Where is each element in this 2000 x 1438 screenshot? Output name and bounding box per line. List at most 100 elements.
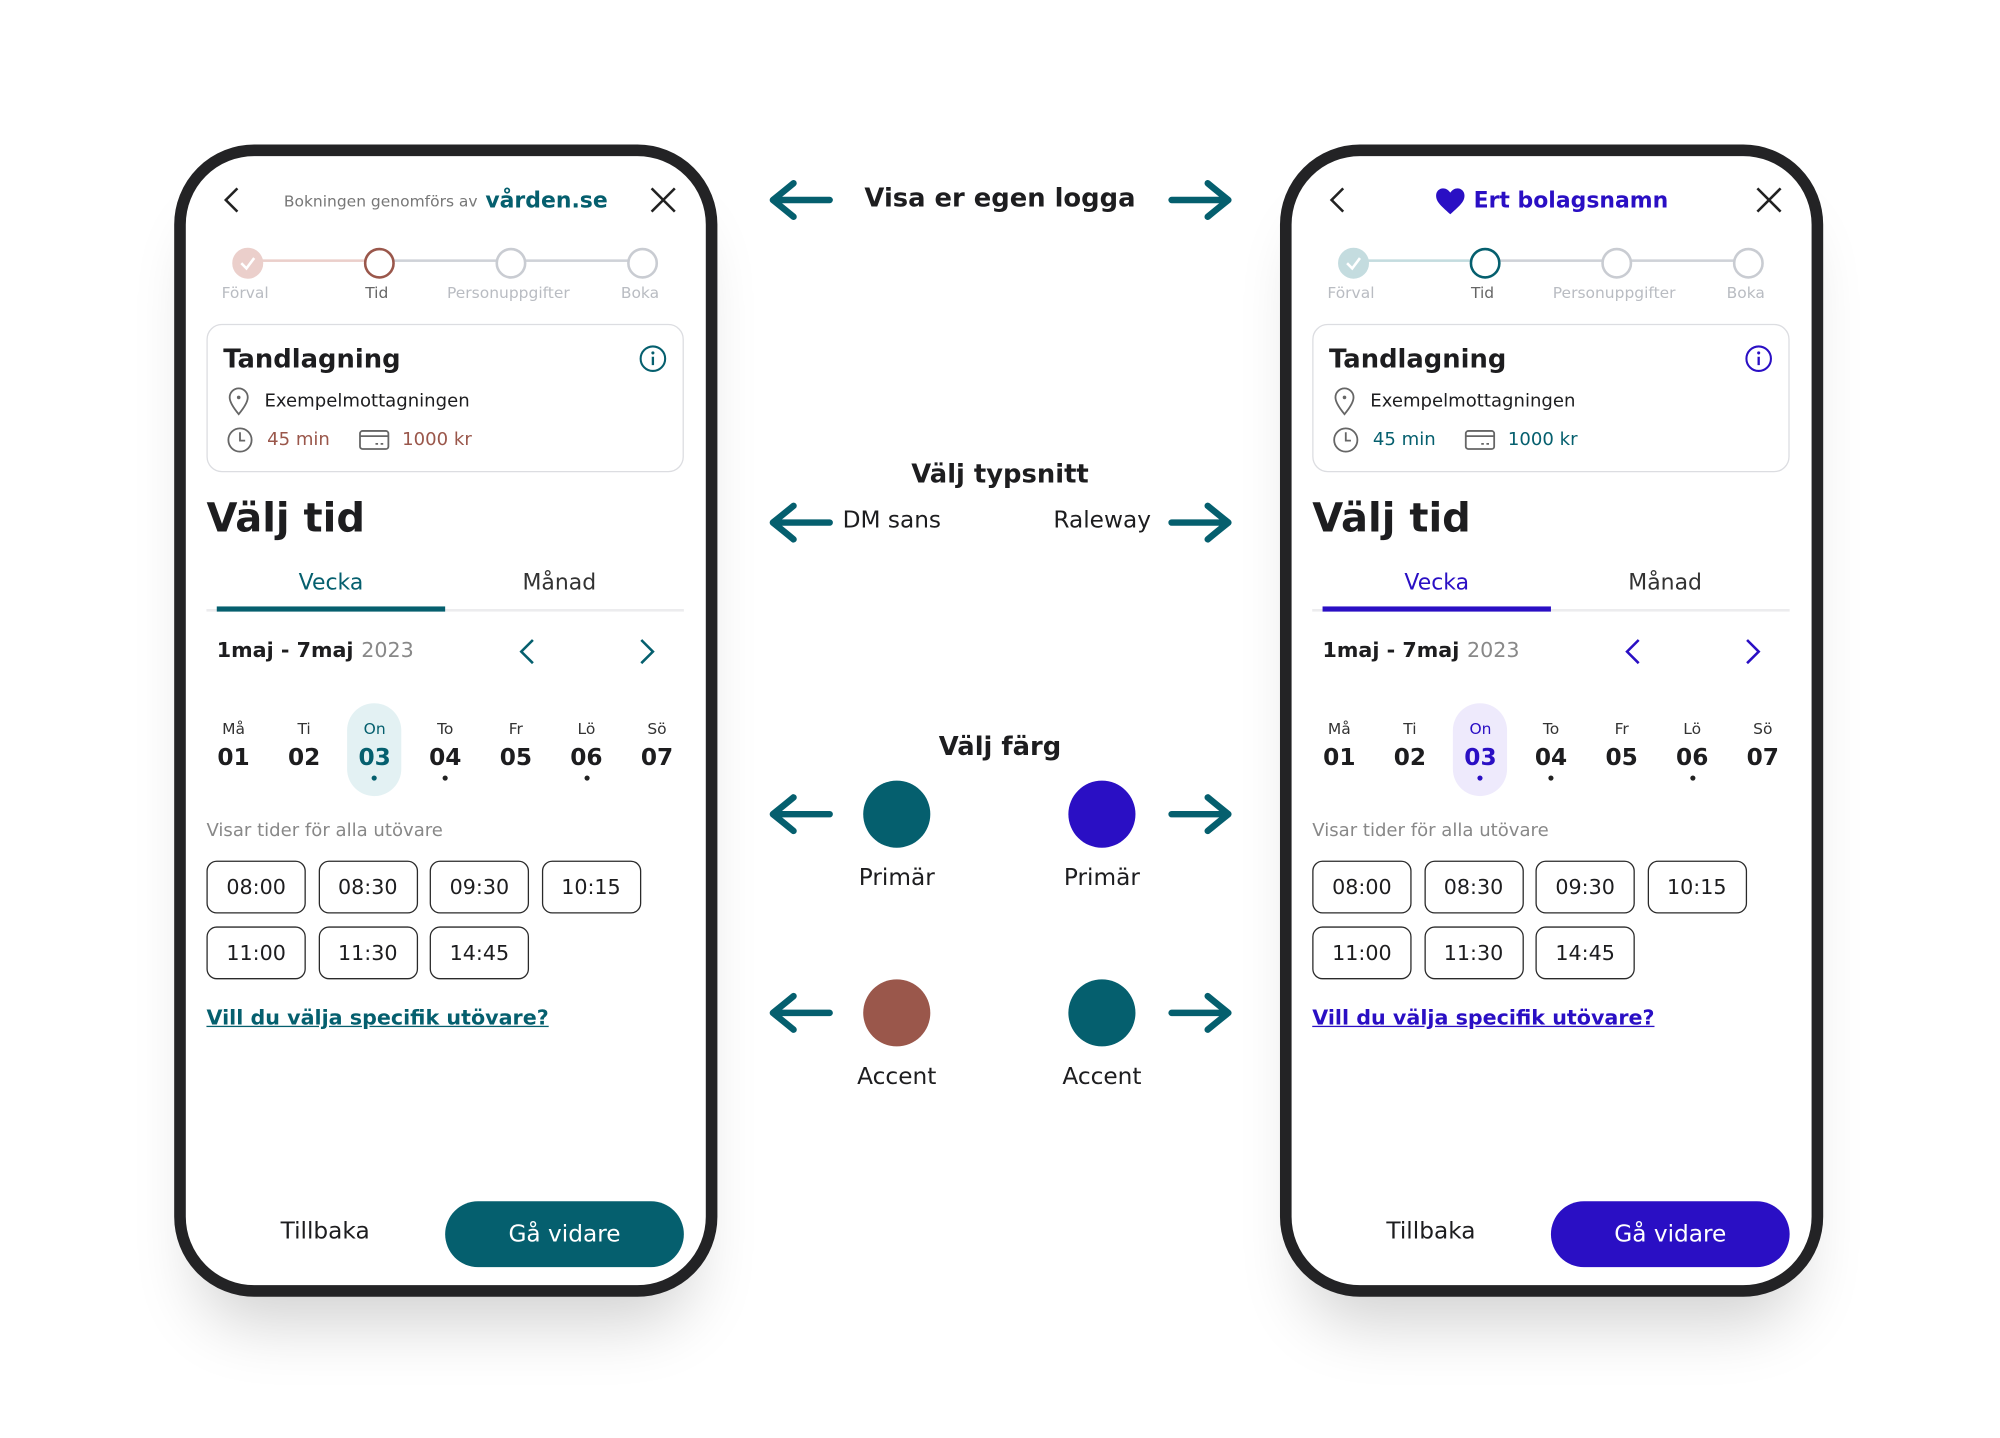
time-slot-button[interactable]: 08:30 [1423, 860, 1524, 914]
day-label: Fr [508, 719, 523, 739]
next-week-chevron-icon[interactable] [1739, 637, 1765, 665]
tab-vecka[interactable]: Vecka [217, 570, 445, 596]
info-icon[interactable] [1744, 345, 1772, 373]
tab-månad[interactable]: Månad [1551, 570, 1779, 596]
day-number: 07 [640, 744, 674, 772]
service-title: Tandlagning [223, 343, 401, 375]
back-button[interactable]: Tillbaka [248, 1218, 403, 1245]
date-range-year: 2023 [361, 637, 414, 662]
day-number: 05 [1605, 744, 1638, 772]
day-label: Lö [577, 719, 596, 739]
arrow-right-icon [1168, 502, 1232, 543]
step-4-indicator [627, 247, 659, 279]
prev-week-chevron-icon[interactable] [515, 637, 541, 665]
font-right-label: Raleway [1053, 507, 1151, 535]
day-label: Sö [647, 719, 667, 739]
service-card: Tandlagning Exempelmottagningen 45 min 1… [206, 323, 684, 473]
showing-times-text: Visar tider för alla utövare [1312, 820, 1549, 842]
availability-dot [1689, 775, 1695, 781]
logo-heading: Visa er egen logga [864, 181, 1136, 213]
day-06[interactable]: Lö 06 [559, 703, 613, 796]
arrow-right-icon [1168, 179, 1232, 220]
time-slot-button[interactable]: 09:30 [1535, 860, 1635, 914]
showing-times-text: Visar tider för alla utövare [206, 820, 443, 842]
arrow-right-icon [1168, 794, 1232, 835]
swatch-label: Primär [858, 864, 935, 892]
comparison-stage: Bokningen genomförs av vården.se Förval Tid… [0, 0, 2000, 1437]
date-range: 1maj - 7maj 2023 [1323, 637, 1520, 662]
info-icon[interactable] [639, 345, 667, 373]
continue-button[interactable]: Gå vidare [445, 1201, 684, 1268]
booking-by-text: Bokningen genomförs av [283, 192, 478, 211]
day-label: Ti [1403, 719, 1417, 739]
day-03[interactable]: On 03 [1453, 703, 1508, 797]
prev-week-chevron-icon[interactable] [1621, 637, 1647, 665]
header-branding: Bokningen genomförs av vården.se [252, 186, 640, 217]
day-number: 04 [429, 744, 462, 772]
close-icon[interactable] [1752, 183, 1786, 217]
day-label: Må [222, 719, 245, 739]
tab-månad[interactable]: Månad [445, 570, 673, 596]
day-07[interactable]: Sö 07 [630, 703, 684, 796]
step-2-indicator [363, 247, 395, 279]
step-3-indicator [1601, 247, 1633, 279]
time-slot-button[interactable]: 09:30 [429, 860, 530, 914]
day-label: Må [1327, 719, 1351, 739]
day-number: 06 [570, 744, 603, 772]
day-01[interactable]: Må 01 [206, 703, 260, 796]
swatch-label: Primär [1063, 864, 1140, 892]
availability-dot [372, 775, 378, 781]
back-chevron-icon[interactable] [1323, 183, 1357, 217]
details-row: 45 min 1000 kr [226, 426, 472, 454]
day-07[interactable]: Sö 07 [1736, 703, 1790, 796]
page-title: Välj tid [206, 495, 366, 542]
time-slot-button[interactable]: 10:15 [1647, 860, 1747, 914]
details-row: 45 min 1000 kr [1332, 426, 1578, 454]
phone-custom-theme: Ert bolagsnamn Förval Tid Personuppgifter Bo… [1279, 144, 1824, 1297]
time-slot-button[interactable]: 14:45 [429, 926, 530, 980]
availability-dot [1477, 775, 1484, 781]
continue-button[interactable]: Gå vidare [1550, 1201, 1790, 1268]
tab-vecka[interactable]: Vecka [1323, 570, 1551, 596]
day-number: 05 [499, 744, 533, 772]
close-icon[interactable] [646, 183, 680, 217]
day-number: 06 [1676, 744, 1709, 772]
time-slot-button[interactable]: 11:00 [1312, 926, 1412, 980]
day-04[interactable]: To 04 [1524, 703, 1578, 796]
back-chevron-icon[interactable] [217, 183, 251, 217]
day-number: 02 [287, 744, 321, 772]
time-slot-button[interactable]: 11:00 [206, 926, 306, 980]
service-card: Tandlagning Exempelmottagningen 45 min 1… [1312, 323, 1790, 473]
day-01[interactable]: Må 01 [1312, 703, 1366, 796]
location-row: Exempelmottagningen [226, 387, 470, 416]
time-slot-button[interactable]: 10:15 [541, 860, 641, 914]
choose-practitioner-link[interactable]: Vill du välja specifik utövare? [1312, 1005, 1654, 1030]
time-slot-button[interactable]: 11:30 [318, 926, 418, 980]
varden-logo: vården.se [485, 188, 608, 215]
day-05[interactable]: Fr 05 [489, 703, 543, 796]
swatch-label: Accent [1062, 1063, 1142, 1091]
time-slot-button[interactable]: 11:30 [1423, 926, 1524, 980]
step-1-indicator [1338, 247, 1370, 279]
step-1-indicator [232, 247, 264, 279]
next-week-chevron-icon[interactable] [634, 637, 660, 665]
day-number: 01 [217, 744, 250, 772]
availability-dot [1548, 775, 1554, 781]
time-slot-button[interactable]: 08:00 [206, 860, 306, 914]
time-slot-button[interactable]: 14:45 [1535, 926, 1635, 980]
time-slot-button[interactable]: 08:00 [1312, 860, 1412, 914]
day-05[interactable]: Fr 05 [1595, 703, 1649, 796]
day-03[interactable]: On 03 [347, 703, 402, 797]
day-04[interactable]: To 04 [418, 703, 472, 796]
swatch-primary-custom [1068, 780, 1136, 848]
location-pin-icon [228, 387, 249, 416]
arrow-right-icon [1168, 992, 1232, 1033]
day-02[interactable]: Ti 02 [277, 703, 331, 796]
back-button[interactable]: Tillbaka [1354, 1218, 1509, 1245]
day-02[interactable]: Ti 02 [1383, 703, 1437, 796]
day-06[interactable]: Lö 06 [1665, 703, 1719, 796]
choose-practitioner-link[interactable]: Vill du välja specifik utövare? [206, 1005, 548, 1030]
time-slot-button[interactable]: 08:30 [318, 860, 418, 914]
card-payment-icon [358, 430, 389, 450]
header-branding: Ert bolagsnamn [1357, 186, 1745, 217]
